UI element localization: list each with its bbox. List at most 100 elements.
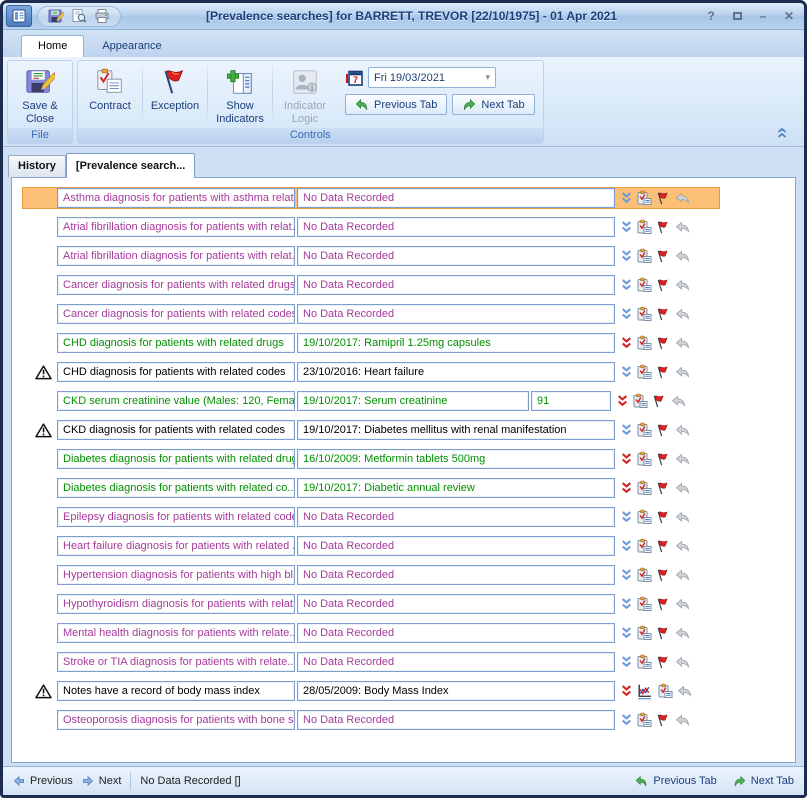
tab-history[interactable]: History [8,155,66,177]
application-menu-button[interactable] [6,5,32,27]
indicator-row[interactable]: Hypothyroidism diagnosis for patients wi… [22,593,720,615]
chart-icon[interactable] [636,683,653,700]
exception-edit-icon[interactable] [636,277,652,293]
row-label[interactable]: Hypothyroidism diagnosis for patients wi… [57,594,295,614]
expand-chevron-icon[interactable] [621,424,632,436]
row-label[interactable]: CKD diagnosis for patients with related … [57,420,295,440]
exception-edit-icon[interactable] [636,654,652,670]
row-label[interactable]: Cancer diagnosis for patients with relat… [57,304,295,324]
exception-edit-icon[interactable] [657,683,673,699]
row-label[interactable]: Diabetes diagnosis for patients with rel… [57,478,295,498]
row-value[interactable]: No Data Recorded [297,623,615,643]
row-value[interactable]: No Data Recorded [297,304,615,324]
indicator-row[interactable]: Notes have a record of body mass index 2… [22,680,722,702]
row-value[interactable]: No Data Recorded [297,594,615,614]
exception-edit-icon[interactable] [636,509,652,525]
exception-edit-icon[interactable] [636,306,652,322]
tab-appearance[interactable]: Appearance [86,36,177,57]
row-value[interactable]: No Data Recorded [297,652,615,672]
print-preview-icon[interactable] [71,8,87,24]
expand-chevron-icon[interactable] [621,627,632,639]
expand-chevron-icon[interactable] [621,250,632,262]
show-indicators-button[interactable]: Show Indicators [210,63,270,128]
expand-chevron-icon[interactable] [621,482,632,494]
exception-edit-icon[interactable] [636,190,652,206]
flag-icon[interactable] [656,423,671,438]
row-value[interactable]: No Data Recorded [297,217,615,237]
expand-chevron-icon[interactable] [621,221,632,233]
row-label[interactable]: Stroke or TIA diagnosis for patients wit… [57,652,295,672]
exception-edit-icon[interactable] [636,538,652,554]
row-value[interactable]: 19/10/2017: Serum creatinine [297,391,529,411]
exception-edit-icon[interactable] [636,364,652,380]
indicator-row[interactable]: Atrial fibrillation diagnosis for patien… [22,245,720,267]
exception-edit-icon[interactable] [636,567,652,583]
flag-icon[interactable] [656,568,671,583]
collapse-ribbon-icon[interactable] [776,127,788,138]
row-value[interactable]: No Data Recorded [297,536,615,556]
expand-chevron-icon[interactable] [621,453,632,465]
indicator-row[interactable]: Asthma diagnosis for patients with asthm… [22,187,720,209]
next-tab-button-footer[interactable]: Next Tab [733,775,794,788]
restore-icon[interactable] [728,8,746,24]
exception-edit-icon[interactable] [636,451,652,467]
minimize-icon[interactable]: – [754,8,772,24]
indicator-row[interactable]: Heart failure diagnosis for patients wit… [22,535,720,557]
expand-chevron-icon[interactable] [621,337,632,349]
expand-chevron-icon[interactable] [621,714,632,726]
flag-icon[interactable] [656,510,671,525]
row-value[interactable]: 19/10/2017: Ramipril 1.25mg capsules [297,333,615,353]
row-label[interactable]: Atrial fibrillation diagnosis for patien… [57,217,295,237]
row-label[interactable]: CHD diagnosis for patients with related … [57,362,295,382]
row-value[interactable]: 16/10/2009: Metformin tablets 500mg [297,449,615,469]
indicator-row[interactable]: Diabetes diagnosis for patients with rel… [22,448,720,470]
row-label[interactable]: Epilepsy diagnosis for patients with rel… [57,507,295,527]
help-icon[interactable]: ? [702,8,720,24]
flag-icon[interactable] [652,394,667,409]
previous-button[interactable]: Previous [13,775,73,787]
expand-chevron-icon[interactable] [621,366,632,378]
row-value[interactable]: No Data Recorded [297,188,615,208]
flag-icon[interactable] [656,452,671,467]
exception-edit-icon[interactable] [636,219,652,235]
indicator-row[interactable]: Hypertension diagnosis for patients with… [22,564,720,586]
row-value[interactable]: No Data Recorded [297,275,615,295]
row-label[interactable]: Hypertension diagnosis for patients with… [57,565,295,585]
next-button[interactable]: Next [82,775,122,787]
row-value[interactable]: No Data Recorded [297,710,615,730]
previous-tab-button[interactable]: Previous Tab [345,94,447,115]
exception-edit-icon[interactable] [636,625,652,641]
row-label[interactable]: CKD serum creatinine value (Males: 120, … [57,391,295,411]
flag-icon[interactable] [656,539,671,554]
next-tab-button[interactable]: Next Tab [452,94,534,115]
flag-icon[interactable] [656,655,671,670]
indicator-row[interactable]: Epilepsy diagnosis for patients with rel… [22,506,720,528]
save-icon[interactable] [48,8,64,24]
exception-button[interactable]: Exception [145,63,205,128]
date-picker[interactable]: Fri 19/03/2021 ▾ [368,67,496,88]
exception-edit-icon[interactable] [636,480,652,496]
row-label[interactable]: Heart failure diagnosis for patients wit… [57,536,295,556]
expand-chevron-icon[interactable] [621,598,632,610]
expand-chevron-icon[interactable] [621,685,632,697]
exception-edit-icon[interactable] [636,335,652,351]
flag-icon[interactable] [656,626,671,641]
flag-icon[interactable] [656,220,671,235]
flag-icon[interactable] [656,307,671,322]
indicator-row[interactable]: Diabetes diagnosis for patients with rel… [22,477,720,499]
contract-button[interactable]: Contract [80,63,140,128]
flag-icon[interactable] [656,481,671,496]
indicator-row[interactable]: Stroke or TIA diagnosis for patients wit… [22,651,720,673]
row-label[interactable]: Notes have a record of body mass index [57,681,295,701]
flag-icon[interactable] [656,713,671,728]
indicator-row[interactable]: CKD diagnosis for patients with related … [22,419,720,441]
indicator-row[interactable]: CKD serum creatinine value (Males: 120, … [22,390,716,412]
row-value[interactable]: No Data Recorded [297,246,615,266]
row-value[interactable]: 19/10/2017: Diabetic annual review [297,478,615,498]
expand-chevron-icon[interactable] [621,192,632,204]
indicator-row[interactable]: Osteoporosis diagnosis for patients with… [22,709,720,731]
indicator-row[interactable]: Mental health diagnosis for patients wit… [22,622,720,644]
row-label[interactable]: Cancer diagnosis for patients with relat… [57,275,295,295]
row-value[interactable]: No Data Recorded [297,565,615,585]
indicator-row[interactable]: CHD diagnosis for patients with related … [22,332,720,354]
